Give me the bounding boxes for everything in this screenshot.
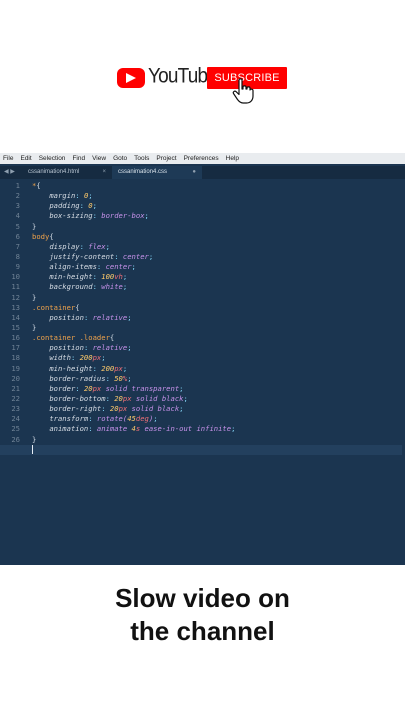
unsaved-dot-icon[interactable]: ●: [192, 166, 196, 179]
line-number: 25: [11, 424, 20, 434]
line-number: 14: [11, 312, 20, 322]
line-number: 1: [15, 181, 20, 190]
youtube-subscribe-banner: YouTube SUBSCRIBE: [115, 62, 315, 112]
line-number: 17: [11, 343, 20, 353]
code-line: transform: rotate(45deg);: [49, 414, 158, 424]
youtube-logo-icon: [117, 68, 145, 88]
code-line: box-sizing: border-box;: [49, 211, 149, 221]
line-number: 9: [15, 262, 20, 272]
code-line: body{: [32, 231, 54, 241]
code-line: border-right: 20px solid black;: [49, 404, 184, 414]
code-line: align-items: center;: [49, 262, 136, 272]
text-caret: [32, 445, 33, 455]
line-number: 24: [11, 414, 20, 424]
code-line: }: [32, 434, 37, 444]
code-line-active[interactable]: [0, 444, 402, 455]
code-line: position: relative;: [49, 343, 132, 353]
menu-bar: File Edit Selection Find View Goto Tools…: [0, 153, 405, 164]
line-number: 3: [15, 201, 20, 211]
menu-goto[interactable]: Goto: [113, 155, 127, 162]
code-line: border-radius: 50%;: [49, 373, 132, 383]
menu-selection[interactable]: Selection: [39, 155, 66, 162]
code-line: margin: 0;: [49, 191, 93, 201]
line-number: 26: [11, 434, 20, 444]
menu-view[interactable]: View: [92, 155, 106, 162]
line-number: 19: [11, 363, 20, 373]
code-line: border: 20px solid transparent;: [49, 383, 184, 393]
menu-preferences[interactable]: Preferences: [184, 155, 219, 162]
line-number: 11: [11, 282, 20, 292]
line-number: 8: [15, 251, 20, 261]
menu-file[interactable]: File: [3, 155, 13, 162]
code-area[interactable]: 1 2 3 4 5 6 7 8 9 10 11 12 13 14 15 16 1…: [0, 181, 405, 565]
code-line: background: white;: [49, 282, 128, 292]
code-line: padding: 0;: [49, 201, 97, 211]
line-number: 20: [11, 373, 20, 383]
line-number-gutter: 1 2 3 4 5 6 7 8 9 10 11 12 13 14 15 16 1…: [0, 181, 24, 455]
code-line: min-height: 100vh;: [49, 272, 128, 282]
code-line: position: relative;: [49, 312, 132, 322]
menu-help[interactable]: Help: [226, 155, 239, 162]
code-lines: *{ margin: 0; padding: 0; box-sizing: bo…: [0, 181, 402, 455]
line-number: 7: [15, 241, 20, 251]
line-number: 18: [11, 353, 20, 363]
code-line: display: flex;: [49, 241, 110, 251]
code-line: }: [32, 292, 37, 302]
code-line: }: [32, 322, 37, 332]
line-number: 6: [15, 231, 20, 241]
line-number: 15: [11, 322, 20, 332]
line-number: 2: [15, 191, 20, 201]
menu-project[interactable]: Project: [156, 155, 176, 162]
close-icon[interactable]: ×: [102, 166, 106, 179]
code-editor-window: File Edit Selection Find View Goto Tools…: [0, 153, 405, 565]
code-line: width: 200px;: [49, 353, 106, 363]
menu-tools[interactable]: Tools: [134, 155, 149, 162]
line-number: 23: [11, 404, 20, 414]
line-number: 4: [15, 211, 20, 221]
code-line: .container .loader{: [32, 333, 115, 343]
code-line: justify-content: center;: [49, 251, 154, 261]
line-number: 13: [11, 302, 20, 312]
menu-edit[interactable]: Edit: [20, 155, 31, 162]
caption-line-1: Slow video on: [115, 583, 290, 613]
hand-pointer-icon: [232, 78, 254, 104]
code-line: *{: [32, 181, 41, 190]
code-line: animation: animate 4s ease-in-out infini…: [49, 424, 236, 434]
menu-find[interactable]: Find: [72, 155, 85, 162]
code-line: min-height: 200px;: [49, 363, 128, 373]
line-number: 12: [11, 292, 20, 302]
tab-label: cssanimation4.html: [28, 169, 80, 175]
video-caption: Slow video on the channel: [0, 582, 405, 648]
line-number: 16: [11, 333, 20, 343]
tab-label: cssanimation4.css: [118, 169, 168, 175]
line-number: 22: [11, 393, 20, 403]
tab-nav-arrows[interactable]: ◀ ▶: [4, 168, 15, 175]
line-number: 10: [11, 272, 20, 282]
code-line: .container{: [32, 302, 80, 312]
code-line: border-bottom: 20px solid black;: [49, 393, 188, 403]
line-number: 21: [11, 383, 20, 393]
tab-css-file[interactable]: cssanimation4.css ●: [112, 166, 202, 179]
tab-html-file[interactable]: cssanimation4.html ×: [22, 166, 112, 179]
code-line: }: [32, 221, 37, 231]
tab-bar: ◀ ▶ cssanimation4.html × cssanimation4.c…: [0, 166, 405, 179]
line-number: 5: [15, 221, 20, 231]
caption-line-2: the channel: [130, 616, 275, 646]
